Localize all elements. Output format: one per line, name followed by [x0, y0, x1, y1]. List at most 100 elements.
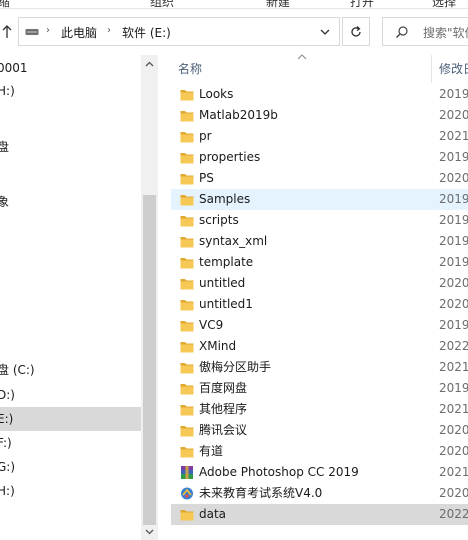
file-name: syntax_xml	[199, 234, 268, 248]
up-button[interactable]	[0, 22, 14, 42]
nav-item[interactable]: H:)	[0, 79, 141, 103]
chevron-right-icon[interactable]: ›	[107, 25, 111, 36]
file-date-modified: 2020,	[439, 171, 468, 185]
drive-icon	[25, 29, 39, 35]
scroll-down-button[interactable]	[141, 523, 158, 540]
chevron-up-icon	[145, 61, 154, 66]
ribbon-label[interactable]: 组织	[150, 0, 174, 8]
folder-icon	[180, 318, 194, 333]
file-date-modified: 2019,	[439, 381, 468, 395]
file-row[interactable]: 百度网盘 2019,	[171, 378, 468, 399]
file-date-modified: 2019,	[439, 150, 468, 164]
navigation-pane: 0001 H:) 盘 象 盘 (C:) D:) E:) F:) G:) H:)	[0, 55, 159, 540]
file-date-modified: 2020,	[439, 444, 468, 458]
nav-item[interactable]: 盘	[0, 135, 141, 159]
scroll-up-button[interactable]	[141, 55, 158, 72]
file-date-modified: 2020,	[439, 423, 468, 437]
nav-item-drive-d[interactable]: D:)	[0, 383, 141, 407]
nav-item-drive-g[interactable]: G:)	[0, 455, 141, 479]
file-row[interactable]: Looks 2019,	[171, 84, 468, 105]
folder-icon	[180, 423, 194, 438]
file-row[interactable]: untitled 2020,	[171, 273, 468, 294]
nav-scrollbar[interactable]	[141, 55, 158, 540]
file-date-modified: 2019,	[439, 192, 468, 206]
file-row[interactable]: XMind 2022,	[171, 336, 468, 357]
folder-icon	[180, 171, 194, 186]
address-bar[interactable]: › 此电脑 › 软件 (E:)	[18, 17, 340, 46]
folder-icon	[180, 339, 194, 354]
file-date-modified: 2019,	[439, 255, 468, 269]
breadcrumb-this-pc[interactable]: 此电脑	[61, 24, 97, 41]
file-row[interactable]: Adobe Photoshop CC 2019 2021,	[171, 462, 468, 483]
file-row[interactable]: PS 2020,	[171, 168, 468, 189]
file-date-modified: 2019,	[439, 234, 468, 248]
file-row[interactable]: scripts 2019,	[171, 210, 468, 231]
file-row[interactable]: template 2019,	[171, 252, 468, 273]
refresh-icon	[351, 25, 361, 37]
arrow-up-icon	[2, 25, 12, 38]
file-name: 有道	[199, 444, 224, 458]
folder-icon	[180, 255, 194, 270]
nav-item-drive-f[interactable]: F:)	[0, 431, 141, 455]
folder-icon	[180, 444, 194, 459]
nav-item[interactable]	[0, 103, 141, 127]
sort-ascending-icon	[297, 54, 307, 60]
file-row[interactable]: Matlab2019b 2020,	[171, 105, 468, 126]
file-date-modified: 2020,	[439, 108, 468, 122]
file-date-modified: 2022,	[439, 507, 468, 521]
file-date-modified: 2022,	[439, 339, 468, 353]
chevron-down-icon	[145, 529, 154, 534]
file-date-modified: 2019,	[439, 318, 468, 332]
file-row[interactable]: pr 2021,	[171, 126, 468, 147]
nav-item-drive-c[interactable]: 盘 (C:)	[0, 358, 141, 382]
ribbon-label[interactable]: 缩	[0, 0, 10, 8]
file-row[interactable]: 其他程序 2021,	[171, 399, 468, 420]
nav-item-drive-h[interactable]: H:)	[0, 479, 141, 503]
ribbon-label[interactable]: 选择	[432, 0, 456, 8]
winrar-archive-icon	[180, 465, 194, 480]
folder-icon	[180, 381, 194, 396]
file-row[interactable]: 腾讯会议 2020,	[171, 420, 468, 441]
search-box[interactable]: 搜索"软件	[382, 17, 468, 46]
ribbon-label[interactable]: 新建	[266, 0, 290, 8]
file-row[interactable]: data 2022,	[171, 504, 468, 525]
file-name: Adobe Photoshop CC 2019	[199, 465, 359, 479]
file-name: 腾讯会议	[199, 423, 248, 437]
file-row[interactable]: 有道 2020,	[171, 441, 468, 462]
scroll-thumb[interactable]	[143, 195, 156, 525]
nav-item-drive-e[interactable]: E:)	[0, 407, 141, 431]
file-row[interactable]: 傲梅分区助手 2021,	[171, 357, 468, 378]
file-row[interactable]: syntax_xml 2019,	[171, 231, 468, 252]
chevron-right-icon[interactable]: ›	[46, 25, 50, 36]
column-header-name[interactable]: 名称	[178, 55, 202, 83]
file-name: 其他程序	[199, 402, 248, 416]
file-name: untitled1	[199, 297, 253, 311]
file-row[interactable]: untitled1 2020,	[171, 294, 468, 315]
column-header-modified[interactable]: 修改日	[439, 55, 468, 83]
nav-item[interactable]	[0, 163, 141, 187]
nav-item[interactable]: 象	[0, 190, 141, 214]
folder-icon	[180, 150, 194, 165]
ribbon-label[interactable]: 打开	[350, 0, 374, 8]
folder-icon	[180, 108, 194, 123]
file-date-modified: 2020,	[439, 297, 468, 311]
folder-icon	[180, 297, 194, 312]
chevron-down-icon[interactable]	[318, 26, 332, 38]
column-divider[interactable]	[431, 55, 432, 83]
file-name: scripts	[199, 213, 239, 227]
file-row[interactable]: Samples 2019,	[171, 189, 468, 210]
file-name: template	[199, 255, 254, 269]
file-date-modified: 2021,	[439, 360, 468, 374]
refresh-button[interactable]	[342, 17, 370, 46]
file-name: 傲梅分区助手	[199, 360, 272, 374]
breadcrumb-drive-e[interactable]: 软件 (E:)	[122, 24, 171, 41]
file-name: 未来教育考试系统V4.0	[199, 486, 323, 500]
file-name: Samples	[199, 192, 251, 206]
search-input[interactable]: 搜索"软件	[423, 24, 468, 41]
file-row[interactable]: VC9 2019,	[171, 315, 468, 336]
file-row[interactable]: 未来教育考试系统V4.0 2020,	[171, 483, 468, 504]
folder-icon	[180, 402, 194, 417]
nav-item[interactable]: 0001	[0, 56, 141, 80]
file-name: PS	[199, 171, 214, 185]
file-row[interactable]: properties 2019,	[171, 147, 468, 168]
